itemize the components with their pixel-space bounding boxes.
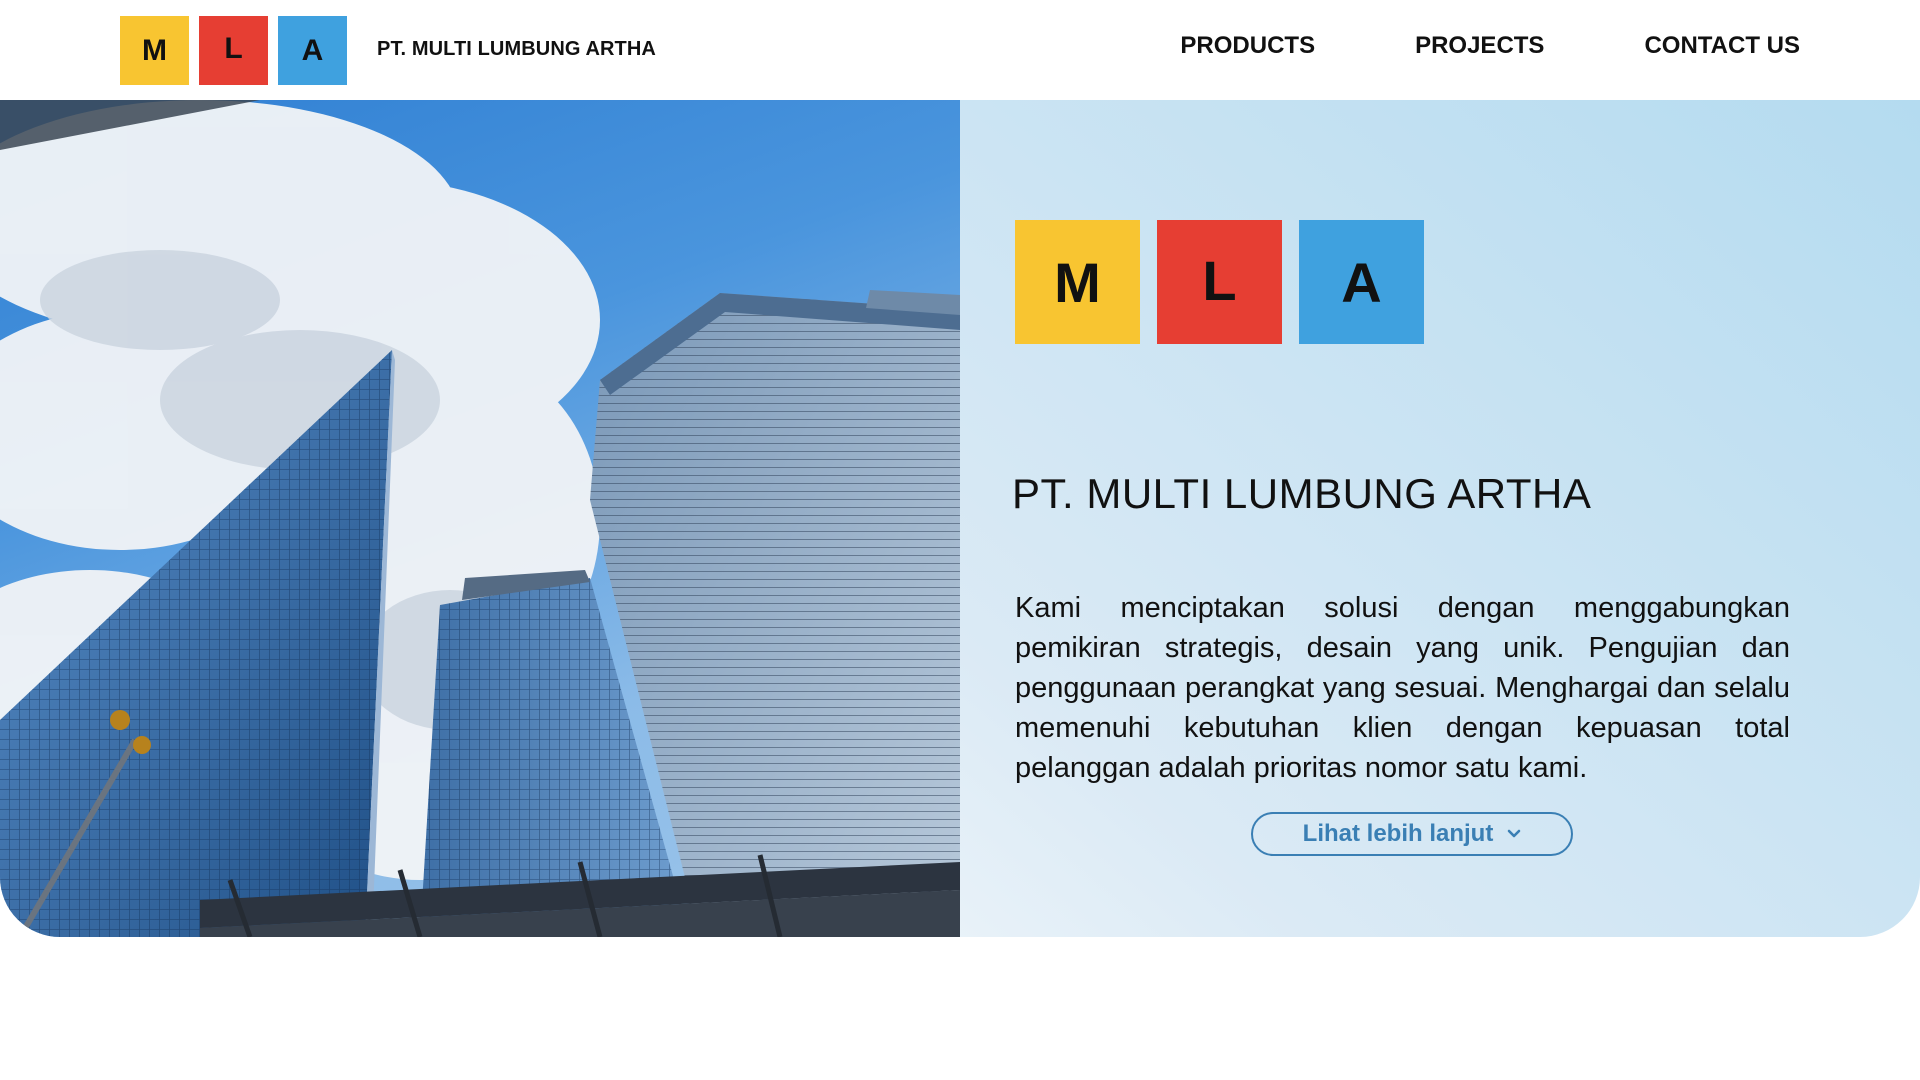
hero-title: PT. MULTI LUMBUNG ARTHA <box>1012 470 1592 517</box>
nav-projects[interactable]: PROJECTS <box>1415 32 1544 60</box>
see-more-button[interactable]: Lihat lebih lanjut <box>1251 812 1573 856</box>
logo-tile-l: L <box>199 16 268 85</box>
main-nav: PRODUCTS PROJECTS CONTACT US <box>1180 32 1800 60</box>
hero-logo-tile-l: L <box>1157 220 1282 344</box>
hero-logo: M L A <box>1015 220 1424 344</box>
hero-section: M L A PT. MULTI LUMBUNG ARTHA Kami menci… <box>0 100 1920 937</box>
hero-logo-tile-a: A <box>1299 220 1424 344</box>
header-logo[interactable]: M L A <box>120 16 347 85</box>
see-more-label: Lihat lebih lanjut <box>1302 820 1494 847</box>
nav-contact-us[interactable]: CONTACT US <box>1644 32 1800 60</box>
hero-photo <box>0 100 960 937</box>
chevron-down-icon <box>1507 826 1521 844</box>
nav-products[interactable]: PRODUCTS <box>1180 32 1315 60</box>
logo-tile-a: A <box>278 16 347 85</box>
site-header: M L A PT. MULTI LUMBUNG ARTHA PRODUCTS P… <box>0 0 1920 100</box>
hero-description: Kami menciptakan solusi dengan menggabun… <box>1015 592 1790 784</box>
header-company-name: PT. MULTI LUMBUNG ARTHA <box>377 38 656 60</box>
logo-tile-m: M <box>120 16 189 85</box>
skyscrapers-photo <box>0 100 960 937</box>
hero-logo-tile-m: M <box>1015 220 1140 344</box>
